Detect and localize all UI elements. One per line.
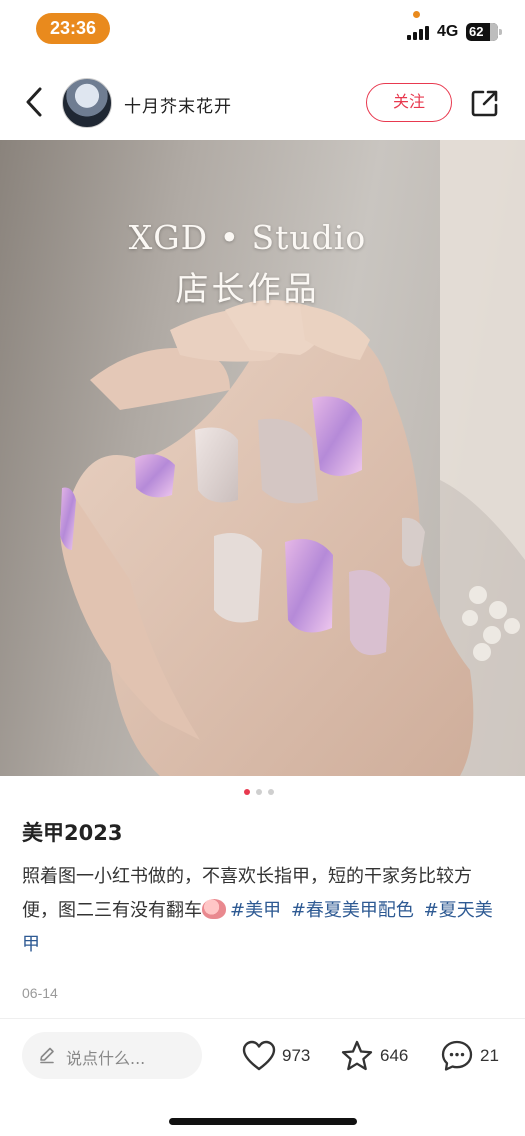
carousel-dot-active <box>244 789 250 795</box>
comment-input[interactable]: 说点什么... <box>22 1032 202 1079</box>
carousel-dot <box>268 789 274 795</box>
comment-count: 21 <box>480 1046 499 1065</box>
comment-bubble-icon <box>441 1040 473 1071</box>
share-icon[interactable] <box>470 88 500 118</box>
post-date: 06-14 <box>22 985 58 1001</box>
battery-icon: 62 <box>466 23 498 41</box>
post-image[interactable]: XGD • Studio 店长作品 <box>0 140 525 776</box>
home-indicator[interactable] <box>169 1118 357 1125</box>
carousel-indicator <box>244 789 284 797</box>
back-arrow-icon[interactable] <box>20 84 50 120</box>
status-bar: 23:36 4G 62 <box>0 0 525 60</box>
network-type: 4G <box>437 23 459 40</box>
pig-emoji-icon <box>202 899 226 919</box>
photo-watermark-caption: 店长作品 <box>175 269 320 308</box>
privacy-dot-icon <box>413 11 420 18</box>
post-body: 照着图一小红书做的，不喜欢长指甲，短的干家务比较方便，图二三有没有翻车 #美甲 #… <box>22 860 502 962</box>
favorite-button[interactable]: 646 <box>340 1036 408 1076</box>
battery-level: 62 <box>469 24 484 39</box>
carousel-dot <box>256 789 262 795</box>
comment-button[interactable]: 21 <box>440 1036 499 1076</box>
heart-icon <box>242 1040 276 1071</box>
status-time: 23:36 <box>36 13 110 44</box>
like-button[interactable]: 973 <box>242 1036 310 1076</box>
author-name[interactable]: 十月芥末花开 <box>124 92 232 117</box>
favorite-count: 646 <box>380 1046 409 1065</box>
hashtag-nail[interactable]: #美甲 <box>230 900 281 921</box>
post-header: 十月芥末花开 关注 <box>0 66 525 140</box>
star-icon <box>341 1040 373 1071</box>
like-count: 973 <box>282 1046 311 1065</box>
divider <box>0 1018 525 1019</box>
signal-icon <box>407 26 431 40</box>
follow-button[interactable]: 关注 <box>366 83 452 122</box>
avatar[interactable] <box>62 78 112 128</box>
hashtag-spring-summer-colors[interactable]: #春夏美甲配色 <box>291 900 414 921</box>
battery-tip <box>499 29 502 35</box>
post-title: 美甲2023 <box>22 821 123 845</box>
photo-watermark-studio: XGD • Studio <box>128 218 367 257</box>
comment-placeholder: 说点什么... <box>66 1049 146 1068</box>
pencil-icon <box>40 1047 54 1064</box>
